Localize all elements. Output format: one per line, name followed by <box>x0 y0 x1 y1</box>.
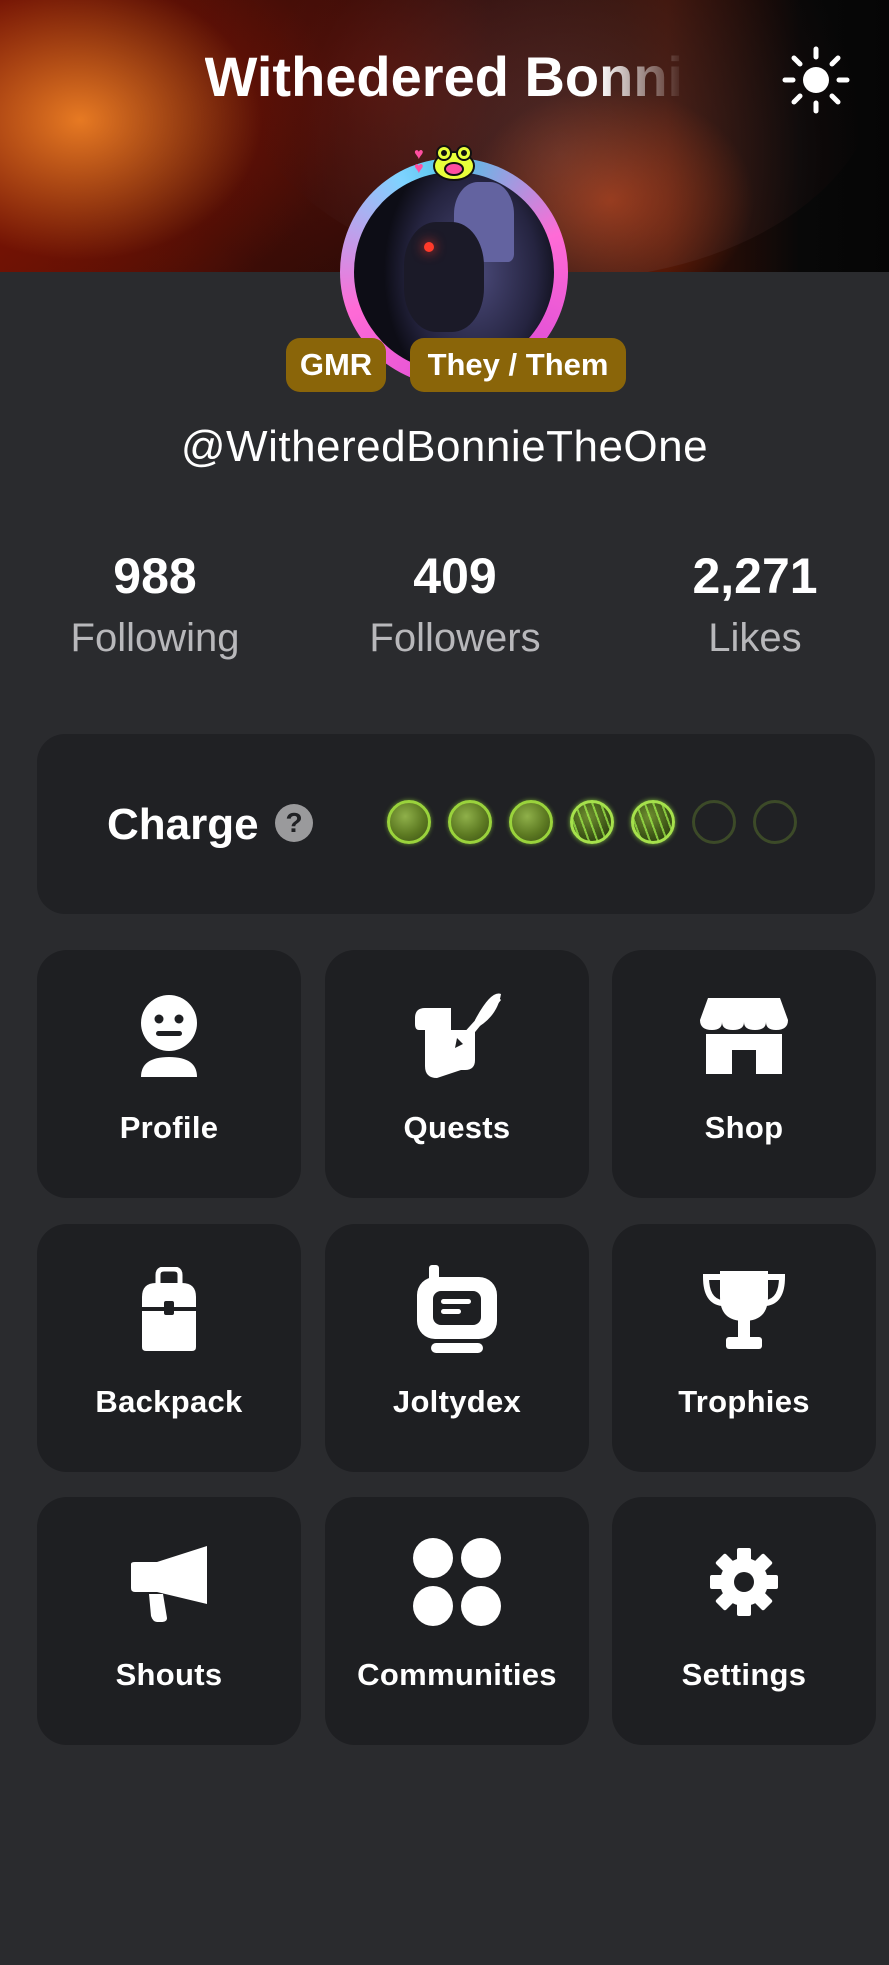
following-count: 988 <box>113 548 197 604</box>
likes-label: Likes <box>708 616 802 660</box>
storefront-icon <box>700 998 788 1074</box>
backpack-tile-label: Backpack <box>95 1384 243 1419</box>
backpack-tile[interactable]: Backpack <box>37 1224 301 1472</box>
settings-tile[interactable]: Settings <box>612 1497 876 1745</box>
charge-dot-charged <box>570 800 614 844</box>
quest-scroll-icon <box>415 993 501 1078</box>
question-icon[interactable]: ? <box>275 804 313 842</box>
settings-tile-label: Settings <box>681 1657 807 1692</box>
joltydex-tile[interactable]: Joltydex <box>325 1224 589 1472</box>
face-icon <box>141 995 197 1077</box>
profile-tile[interactable]: Profile <box>37 950 301 1198</box>
trophy-icon <box>702 1271 786 1349</box>
charge-label: Charge <box>107 800 259 849</box>
user-handle: @WitheredBonnieTheOne <box>180 422 709 471</box>
likes-stat[interactable]: 2,271 Likes <box>625 548 885 666</box>
charge-card[interactable]: Charge ? <box>37 734 875 914</box>
trophies-tile-label: Trophies <box>678 1384 810 1419</box>
joltydex-tile-label: Joltydex <box>392 1384 522 1419</box>
profile-tile-label: Profile <box>119 1110 219 1145</box>
charge-dot-empty <box>753 800 797 844</box>
trophies-tile[interactable]: Trophies <box>612 1224 876 1472</box>
gear-icon <box>710 1548 778 1616</box>
likes-count: 2,271 <box>692 548 818 604</box>
communities-icon <box>413 1538 501 1626</box>
charge-dot-filled <box>387 800 431 844</box>
communities-tile-label: Communities <box>357 1657 557 1692</box>
following-label: Following <box>70 616 240 660</box>
megaphone-icon <box>131 1546 207 1622</box>
followers-label: Followers <box>369 616 541 660</box>
theme-toggle-button[interactable] <box>778 42 854 118</box>
page-title: Withedered Bonnie <box>204 45 685 108</box>
sun-icon <box>782 46 850 114</box>
quests-tile[interactable]: Quests <box>325 950 589 1198</box>
shouts-tile[interactable]: Shouts <box>37 1497 301 1745</box>
gmr-badge: GMR <box>286 338 386 392</box>
quests-tile-label: Quests <box>403 1110 511 1145</box>
charge-dot-filled <box>509 800 553 844</box>
shop-tile-label: Shop <box>704 1110 784 1145</box>
followers-count: 409 <box>413 548 497 604</box>
pronoun-badge: They / Them <box>410 338 626 392</box>
shouts-tile-label: Shouts <box>115 1657 223 1692</box>
charge-dot-charged <box>631 800 675 844</box>
frog-sticker-icon <box>433 145 475 181</box>
backpack-icon <box>142 1267 196 1351</box>
hearts-icon: ♥ ♥ <box>414 146 424 177</box>
followers-stat[interactable]: 409 Followers <box>325 548 585 666</box>
charge-dot-filled <box>448 800 492 844</box>
shop-tile[interactable]: Shop <box>612 950 876 1198</box>
charge-dot-empty <box>692 800 736 844</box>
joltydex-robot-icon <box>417 1265 497 1353</box>
following-stat[interactable]: 988 Following <box>25 548 285 666</box>
communities-tile[interactable]: Communities <box>325 1497 589 1745</box>
